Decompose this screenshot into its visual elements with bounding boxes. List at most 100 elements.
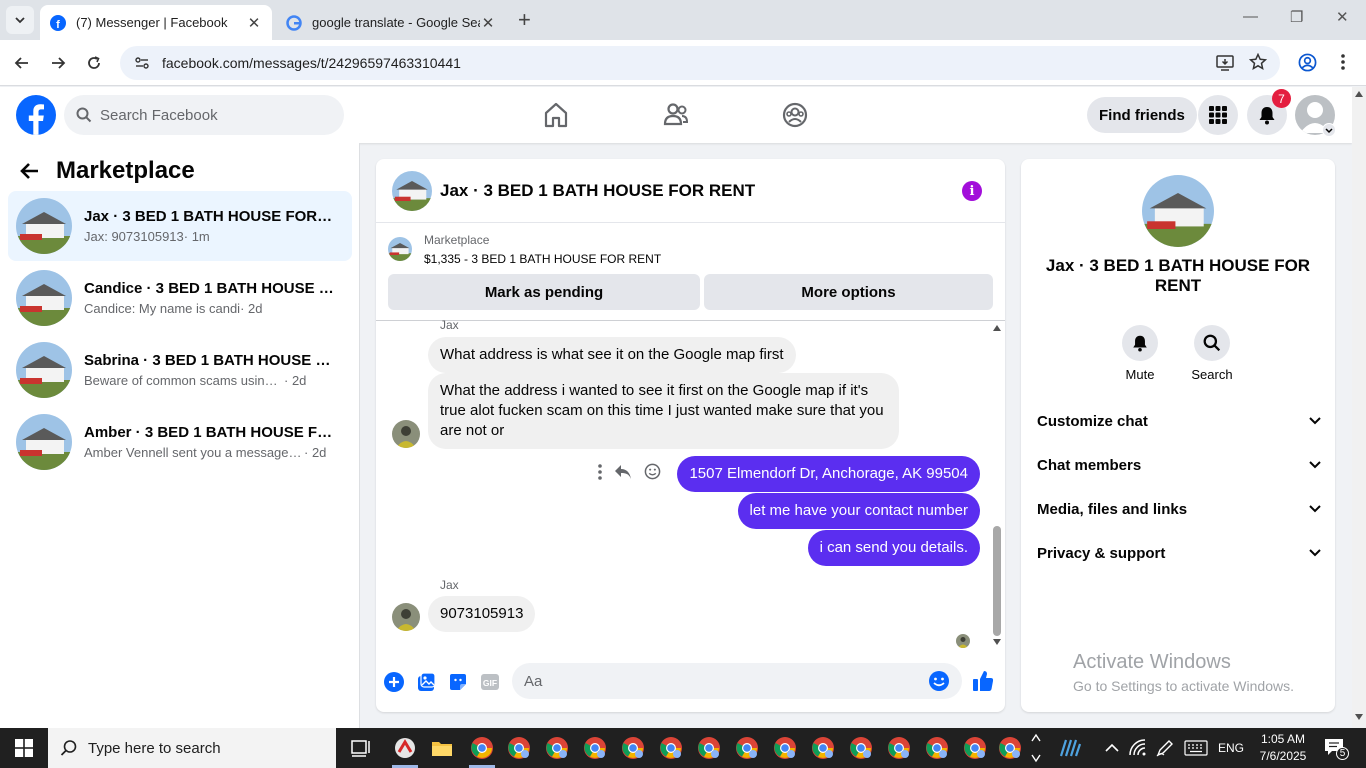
pen-icon[interactable] <box>1155 738 1175 758</box>
tab-messenger[interactable]: f (7) Messenger | Facebook ✕ <box>40 5 272 40</box>
site-info-icon[interactable] <box>134 55 150 71</box>
attach-photo-icon[interactable] <box>415 671 437 693</box>
task-view-icon[interactable] <box>348 736 372 760</box>
react-smiley-icon[interactable] <box>644 463 661 480</box>
scroll-thumb[interactable] <box>993 526 1001 636</box>
show-hidden-icons-chevron-icon[interactable] <box>1102 738 1122 758</box>
language-indicator[interactable]: ENG <box>1218 728 1244 768</box>
chrome-profile-icon[interactable] <box>925 736 949 760</box>
mark-as-pending-button[interactable]: Mark as pending <box>388 274 700 310</box>
bookmark-star-icon[interactable] <box>1249 53 1267 71</box>
privacy-support-section[interactable]: Privacy & support <box>1037 533 1321 573</box>
browser-menu-icon[interactable] <box>1340 53 1346 71</box>
more-actions-icon[interactable] <box>598 463 602 480</box>
app-icon[interactable] <box>393 736 417 760</box>
close-tab-icon[interactable]: ✕ <box>246 14 262 32</box>
facebook-search-input[interactable]: Search Facebook <box>64 95 344 135</box>
incoming-message[interactable]: What the address i wanted to see it firs… <box>428 373 899 449</box>
message-input[interactable]: Aa <box>512 663 962 699</box>
page-scrollbar[interactable] <box>1352 87 1366 728</box>
tab-google-translate[interactable]: google translate - Google Search ✕ <box>276 5 506 40</box>
wifi-icon[interactable] <box>1128 738 1148 758</box>
scroll-down-icon[interactable] <box>1355 714 1363 720</box>
keyboard-icon[interactable] <box>1184 740 1208 756</box>
section-label: Customize chat <box>1037 412 1148 430</box>
chrome-profile-icon[interactable] <box>998 736 1022 760</box>
gif-icon[interactable]: GIF <box>479 671 501 693</box>
chat-avatar[interactable] <box>392 170 432 211</box>
restore-icon[interactable]: ❐ <box>1290 8 1303 26</box>
scroll-down-icon[interactable] <box>993 639 1001 645</box>
network-app-icon[interactable] <box>1058 736 1082 760</box>
notification-center-button[interactable]: 5 <box>1324 738 1349 760</box>
conversation-item[interactable]: Sabrina · 3 BED 1 BATH HOUSE FOR RENT Be… <box>8 335 352 405</box>
chrome-profile-icon[interactable] <box>697 736 721 760</box>
profile-icon[interactable] <box>1298 53 1317 72</box>
media-files-links-section[interactable]: Media, files and links <box>1037 489 1321 529</box>
reload-button[interactable] <box>83 52 105 74</box>
outgoing-message[interactable]: i can send you details. <box>807 530 980 566</box>
chrome-profile-icon[interactable] <box>545 736 569 760</box>
chrome-icon[interactable] <box>470 736 494 760</box>
incoming-message[interactable]: 9073105913 <box>428 596 536 632</box>
emoji-icon[interactable] <box>928 670 950 692</box>
menu-button[interactable] <box>1198 95 1238 135</box>
start-button[interactable] <box>0 728 48 768</box>
sender-avatar[interactable] <box>392 603 420 631</box>
thumbs-up-icon[interactable] <box>972 669 994 693</box>
plus-icon[interactable] <box>383 671 405 693</box>
more-options-button[interactable]: More options <box>704 274 993 310</box>
taskbar-scroll-icon[interactable] <box>1031 732 1041 764</box>
mute-button[interactable]: Mute <box>1110 325 1170 382</box>
chrome-profile-icon[interactable] <box>773 736 797 760</box>
chrome-profile-icon[interactable] <box>887 736 911 760</box>
conversation-item[interactable]: Amber · 3 BED 1 BATH HOUSE FOR RENT Ambe… <box>8 407 352 477</box>
taskbar-search[interactable]: Type here to search <box>48 728 336 768</box>
customize-chat-section[interactable]: Customize chat <box>1037 401 1321 441</box>
groups-icon[interactable] <box>781 101 809 129</box>
outgoing-message[interactable]: let me have your contact number <box>737 493 980 529</box>
minimize-icon[interactable]: — <box>1243 8 1258 25</box>
conversation-item[interactable]: Candice · 3 BED 1 BATH HOUSE FOR RENT Ca… <box>8 263 352 333</box>
friends-icon[interactable] <box>662 101 690 129</box>
chrome-profile-icon[interactable] <box>811 736 835 760</box>
home-icon[interactable] <box>542 101 570 129</box>
install-app-icon[interactable] <box>1216 54 1234 72</box>
chrome-profile-icon[interactable] <box>507 736 531 760</box>
back-button[interactable] <box>11 52 33 74</box>
forward-button[interactable] <box>47 52 69 74</box>
chat-members-section[interactable]: Chat members <box>1037 445 1321 485</box>
chat-scrollbar[interactable] <box>990 321 1004 651</box>
chat-title[interactable]: Jax · 3 BED 1 BATH HOUSE FOR RENT <box>440 181 755 201</box>
chrome-profile-icon[interactable] <box>849 736 873 760</box>
address-bar[interactable]: facebook.com/messages/t/2429659746331044… <box>120 46 1280 80</box>
conversation-item[interactable]: Jax · 3 BED 1 BATH HOUSE FOR RENT Jax: 9… <box>8 191 352 261</box>
info-icon[interactable]: i <box>962 181 982 201</box>
chrome-profile-icon[interactable] <box>963 736 987 760</box>
chrome-profile-icon[interactable] <box>583 736 607 760</box>
sender-avatar[interactable] <box>392 420 420 448</box>
account-chevron-icon[interactable] <box>1322 123 1336 137</box>
listing-avatar[interactable] <box>1142 175 1214 247</box>
find-friends-button[interactable]: Find friends <box>1087 97 1197 133</box>
search-in-chat-button[interactable]: Search <box>1182 325 1242 382</box>
system-clock[interactable]: 1:05 AM 7/6/2025 <box>1252 731 1314 765</box>
scroll-up-icon[interactable] <box>1355 91 1363 97</box>
conversation-time: · 2d <box>284 373 307 388</box>
back-arrow-icon[interactable] <box>20 161 40 181</box>
listing-summary[interactable]: Marketplace $1,335 - 3 BED 1 BATH HOUSE … <box>388 233 661 266</box>
file-explorer-icon[interactable] <box>430 736 454 760</box>
new-tab-button[interactable]: + <box>518 9 531 31</box>
chrome-profile-icon[interactable] <box>735 736 759 760</box>
sticker-icon[interactable] <box>447 671 469 693</box>
reply-icon[interactable] <box>614 464 632 480</box>
incoming-message[interactable]: What address is what see it on the Googl… <box>428 337 796 373</box>
scroll-up-icon[interactable] <box>993 325 1001 331</box>
close-window-icon[interactable]: ✕ <box>1336 8 1349 26</box>
outgoing-message[interactable]: 1507 Elmendorf Dr, Anchorage, AK 99504 <box>677 456 980 492</box>
tab-search-dropdown-button[interactable] <box>6 6 34 34</box>
facebook-logo-icon[interactable] <box>16 95 56 135</box>
chrome-profile-icon[interactable] <box>659 736 683 760</box>
chrome-profile-icon[interactable] <box>621 736 645 760</box>
close-tab-icon[interactable]: ✕ <box>480 14 496 32</box>
